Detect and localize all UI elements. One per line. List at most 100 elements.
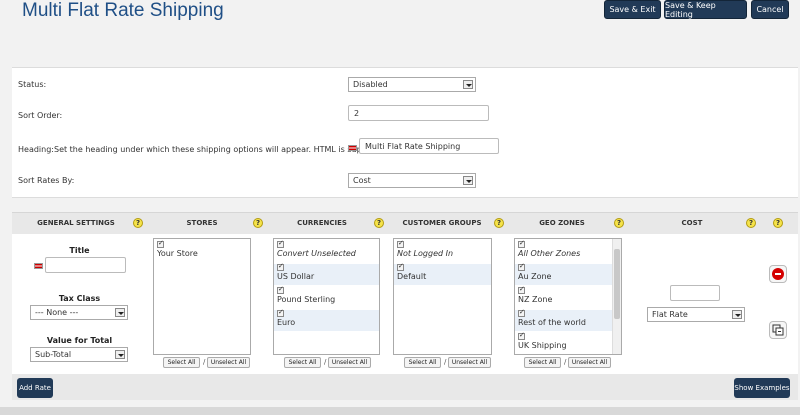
cost-type-value: Flat Rate <box>652 310 688 319</box>
checkbox[interactable] <box>277 285 284 294</box>
list-item[interactable]: Not Logged In <box>394 239 491 262</box>
save-exit-button[interactable]: Save & Exit <box>604 0 661 19</box>
list-item[interactable]: UK Shipping <box>515 331 621 354</box>
status-value: Disabled <box>353 80 388 89</box>
list-item[interactable]: Rest of the world <box>515 308 621 331</box>
chevron-down-icon <box>115 350 125 359</box>
settings-panel: Status: Disabled Sort Order: 2 Heading:S… <box>12 67 798 198</box>
cancel-button[interactable]: Cancel <box>751 0 789 19</box>
list-item[interactable]: Pound Sterling <box>274 285 379 308</box>
list-item[interactable]: Default <box>394 262 491 285</box>
sort-rates-label: Sort Rates By: <box>18 176 75 185</box>
stores-list[interactable]: Your Store <box>153 238 251 355</box>
list-item[interactable]: Au Zone <box>515 262 621 285</box>
customer-groups-unselect-all-button[interactable]: Unselect All <box>448 357 491 368</box>
chevron-down-icon <box>732 310 742 319</box>
rates-table-header: GENERAL SETTINGS ? STORES ? CURRENCIES ?… <box>12 212 798 234</box>
list-item[interactable]: US Dollar <box>274 262 379 285</box>
checkbox[interactable] <box>397 239 404 248</box>
geo-zones-list[interactable]: All Other Zones Au Zone NZ Zone Rest of … <box>514 238 622 355</box>
heading-input[interactable]: Multi Flat Rate Shipping <box>359 138 499 154</box>
sort-order-value: 2 <box>354 108 360 118</box>
list-item[interactable]: Convert Unselected <box>274 239 379 262</box>
list-item-label: Your Store <box>157 249 198 258</box>
checkbox[interactable] <box>518 262 525 271</box>
col-general-settings: GENERAL SETTINGS <box>37 219 115 227</box>
separator: / <box>203 358 206 366</box>
show-examples-button[interactable]: Show Examples <box>734 378 790 398</box>
checkbox[interactable] <box>518 308 525 317</box>
value-total-select[interactable]: Sub-Total <box>30 347 128 362</box>
chevron-down-icon <box>463 176 473 185</box>
stores-select-all-button[interactable]: Select All <box>163 357 200 368</box>
list-item-label: Rest of the world <box>518 318 586 327</box>
status-select[interactable]: Disabled <box>348 77 476 92</box>
col-geo-zones: GEO ZONES <box>539 219 585 227</box>
list-item-label: Euro <box>277 318 296 327</box>
currencies-list[interactable]: Convert Unselected US Dollar Pound Sterl… <box>273 238 380 355</box>
help-icon[interactable]: ? <box>494 218 504 228</box>
checkbox[interactable] <box>518 285 525 294</box>
status-label: Status: <box>18 80 47 89</box>
chevron-down-icon <box>463 80 473 89</box>
sort-rates-value: Cost <box>353 176 371 185</box>
help-icon[interactable]: ? <box>133 218 143 228</box>
col-currencies: CURRENCIES <box>297 219 347 227</box>
list-item-label: UK Shipping <box>518 341 567 350</box>
help-icon[interactable]: ? <box>253 218 263 228</box>
help-icon[interactable]: ? <box>614 218 624 228</box>
list-item[interactable]: Your Store <box>154 239 250 262</box>
tax-class-label: Tax Class <box>58 294 101 303</box>
value-total-value: Sub-Total <box>35 350 72 359</box>
remove-rate-button[interactable] <box>769 265 787 283</box>
customer-groups-select-all-button[interactable]: Select All <box>404 357 441 368</box>
scrollbar-thumb[interactable] <box>614 249 620 319</box>
checkbox[interactable] <box>397 262 404 271</box>
copy-icon <box>772 324 784 336</box>
heading-label: Heading:Set the heading under which thes… <box>18 145 391 154</box>
sort-order-input[interactable]: 2 <box>348 105 489 121</box>
checkbox[interactable] <box>518 331 525 340</box>
save-keep-editing-button[interactable]: Save & Keep Editing <box>664 0 747 19</box>
list-item-label: Convert Unselected <box>277 249 356 258</box>
col-cost: COST <box>681 219 703 227</box>
list-item-label: Au Zone <box>518 272 552 281</box>
help-icon[interactable]: ? <box>374 218 384 228</box>
rate-row: Title Tax Class --- None --- Value for T… <box>12 234 798 374</box>
help-icon[interactable]: ? <box>746 218 756 228</box>
title-label: Title <box>69 246 90 255</box>
value-total-label: Value for Total <box>46 336 113 345</box>
customer-groups-list[interactable]: Not Logged In Default <box>393 238 492 355</box>
copy-rate-button[interactable] <box>769 321 787 339</box>
page-title: Multi Flat Rate Shipping <box>22 0 224 21</box>
col-customer-groups: CUSTOMER GROUPS <box>402 219 482 227</box>
list-item-label: Not Logged In <box>397 249 454 258</box>
geo-zones-scrollbar[interactable] <box>612 239 621 354</box>
checkbox[interactable] <box>277 308 284 317</box>
geo-zones-select-all-button[interactable]: Select All <box>524 357 561 368</box>
stores-unselect-all-button[interactable]: Unselect All <box>207 357 250 368</box>
tax-class-select[interactable]: --- None --- <box>30 305 128 320</box>
cost-input[interactable] <box>670 285 720 301</box>
col-stores: STORES <box>186 219 218 227</box>
cost-type-select[interactable]: Flat Rate <box>647 307 745 322</box>
currencies-unselect-all-button[interactable]: Unselect All <box>328 357 371 368</box>
checkbox[interactable] <box>277 239 284 248</box>
page-bottom-bar <box>0 407 800 415</box>
geo-zones-unselect-all-button[interactable]: Unselect All <box>568 357 611 368</box>
list-item-label: NZ Zone <box>518 295 553 304</box>
separator: / <box>564 358 567 366</box>
sort-order-label: Sort Order: <box>18 111 63 120</box>
sort-rates-select[interactable]: Cost <box>348 173 476 188</box>
currencies-select-all-button[interactable]: Select All <box>284 357 321 368</box>
checkbox[interactable] <box>277 262 284 271</box>
help-icon[interactable]: ? <box>773 218 783 228</box>
list-item[interactable]: Euro <box>274 308 379 331</box>
checkbox[interactable] <box>518 239 525 248</box>
list-item[interactable]: All Other Zones <box>515 239 621 262</box>
list-item[interactable]: NZ Zone <box>515 285 621 308</box>
add-rate-button[interactable]: Add Rate <box>17 378 53 398</box>
checkbox[interactable] <box>157 239 164 248</box>
title-input[interactable] <box>45 257 126 273</box>
uk-flag-icon <box>34 263 43 269</box>
